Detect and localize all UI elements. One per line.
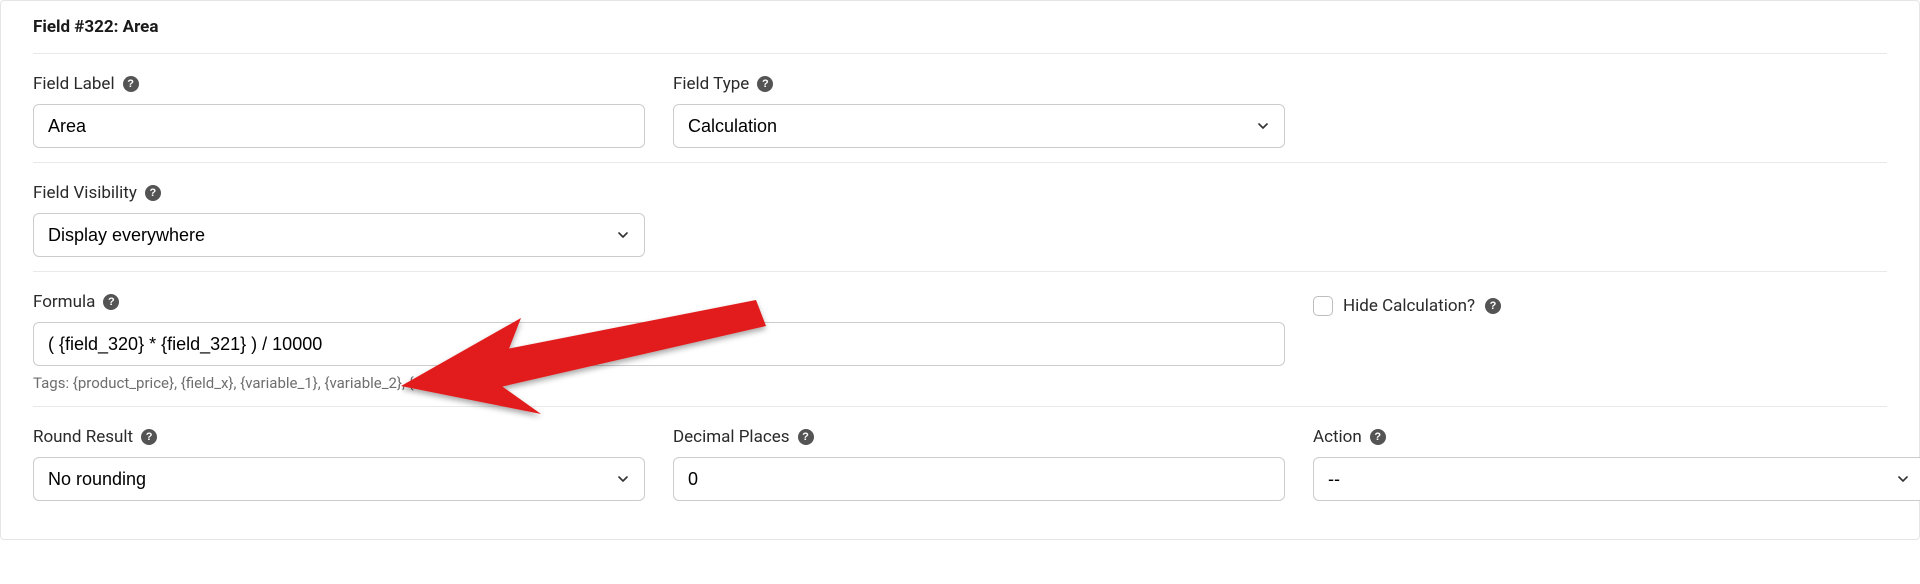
formula-tags-hint: Tags: {product_price}, {field_x}, {varia… [33,374,1285,392]
formula-group: Formula ? Tags: {product_price}, {field_… [33,292,1285,392]
panel-title: Field #322: Area [1,1,1919,53]
hide-calculation-group: Hide Calculation? ? [1313,292,1887,392]
field-type-group: Field Type ? Calculation [673,74,1285,148]
help-icon[interactable]: ? [103,294,119,310]
round-result-select[interactable]: No rounding [33,457,645,501]
help-icon[interactable]: ? [123,76,139,92]
action-group: Action ? -- [1313,427,1920,501]
help-icon[interactable]: ? [1370,429,1386,445]
decimal-places-label: Decimal Places [673,427,790,447]
action-label: Action [1313,427,1362,447]
field-visibility-label: Field Visibility [33,183,137,203]
hide-calculation-checkbox[interactable] [1313,296,1333,316]
help-icon[interactable]: ? [798,429,814,445]
decimal-places-input[interactable] [673,457,1285,501]
field-type-select[interactable]: Calculation [673,104,1285,148]
help-icon[interactable]: ? [757,76,773,92]
help-icon[interactable]: ? [145,185,161,201]
action-select[interactable]: -- [1313,457,1920,501]
formula-label: Formula [33,292,95,312]
round-result-label: Round Result [33,427,133,447]
field-type-label: Field Type [673,74,749,94]
field-label-input[interactable] [33,104,645,148]
field-label-text: Field Label [33,74,115,94]
help-icon[interactable]: ? [141,429,157,445]
formula-input[interactable] [33,322,1285,366]
field-visibility-group: Field Visibility ? Display everywhere [33,183,645,257]
help-icon[interactable]: ? [1485,298,1501,314]
round-result-group: Round Result ? No rounding [33,427,645,501]
hide-calculation-label: Hide Calculation? [1343,296,1475,316]
decimal-places-group: Decimal Places ? [673,427,1285,501]
field-visibility-select[interactable]: Display everywhere [33,213,645,257]
field-label-group: Field Label ? [33,74,645,148]
field-settings-panel: Field #322: Area Field Label ? Field Typ… [0,0,1920,540]
